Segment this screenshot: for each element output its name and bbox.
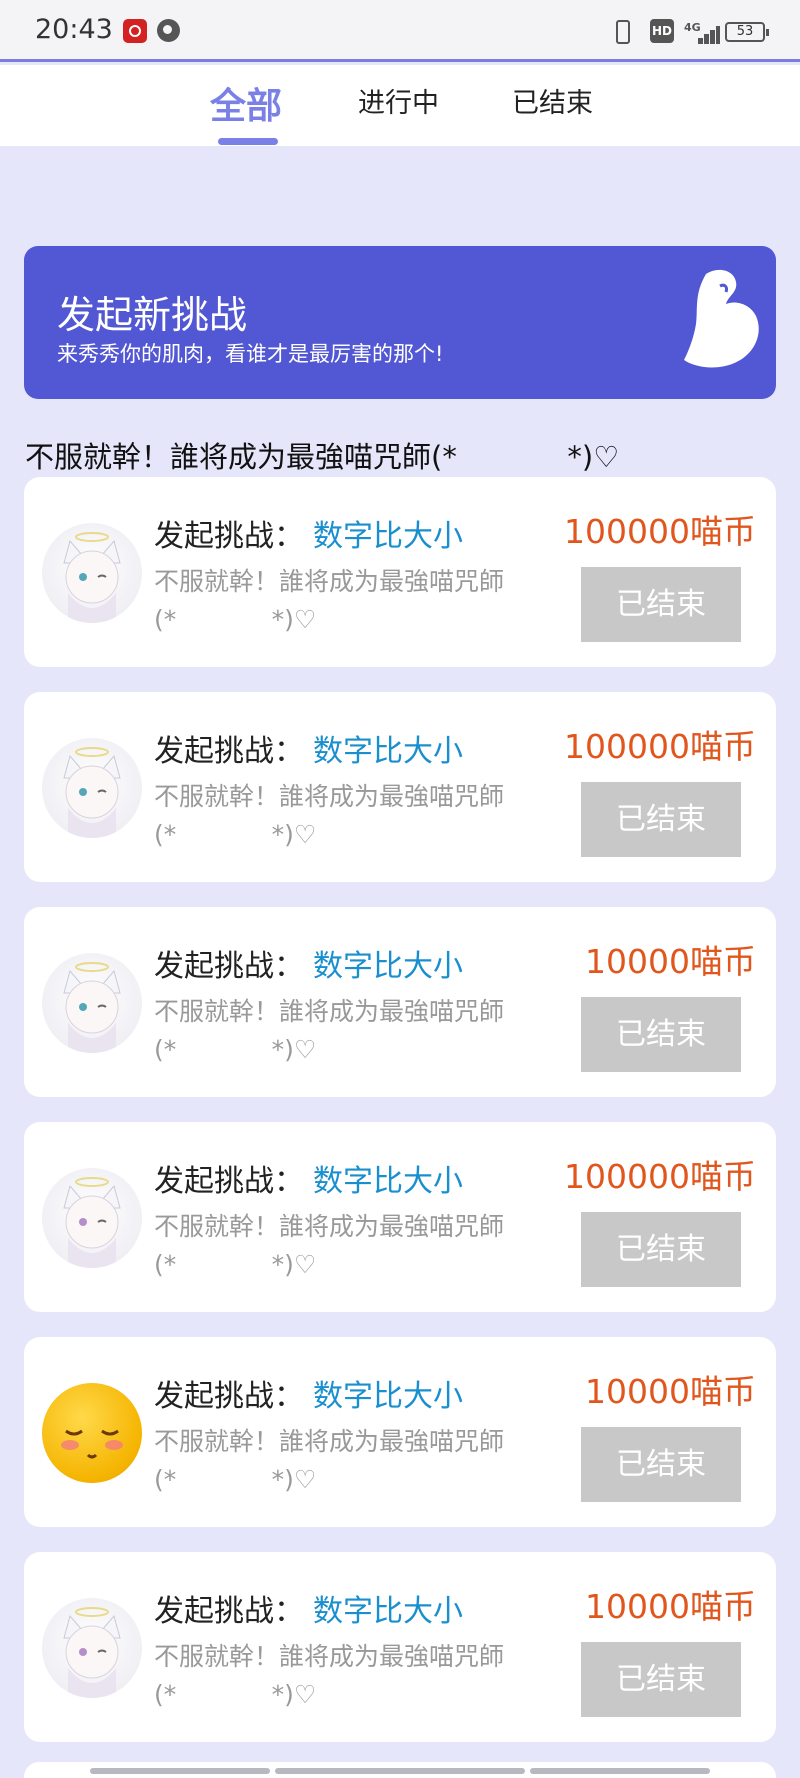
challenge-type: 数字比大小 <box>313 1594 463 1629</box>
challenge-type: 数字比大小 <box>313 949 463 984</box>
anime-cat-girl-avatar <box>42 738 142 838</box>
new-challenge-banner[interactable]: 发起新挑战 来秀秀你的肌肉，看谁才是最厉害的那个! <box>24 246 776 399</box>
challenge-label: 发起挑战： <box>154 1594 304 1629</box>
challenge-description: 不服就幹！誰将成为最強喵咒師 (* *)♡ <box>154 1212 505 1279</box>
anime-cat-girl-avatar <box>42 523 142 623</box>
tab-bar: 全部 进行中 已结束 <box>0 65 800 146</box>
section-title: 不服就幹！誰将成为最強喵咒師(* *)♡ <box>25 440 620 474</box>
challenge-type: 数字比大小 <box>313 734 463 769</box>
challenge-description: 不服就幹！誰将成为最強喵咒師 (* *)♡ <box>154 782 505 849</box>
challenge-card[interactable]: 发起挑战： 数字比大小 不服就幹！誰将成为最強喵咒師 (* *)♡ 10000喵… <box>24 1552 776 1742</box>
challenge-ended-button[interactable]: 已结束 <box>581 1642 741 1717</box>
status-bar: 20:43 HD 4G 53 <box>0 0 800 62</box>
banner-subtitle: 来秀秀你的肌肉，看谁才是最厉害的那个! <box>57 342 444 366</box>
blushing-emoji-avatar <box>42 1383 142 1483</box>
anime-cat-girl-avatar <box>42 953 142 1053</box>
scroll-indicator <box>275 1768 525 1774</box>
challenge-card[interactable]: 发起挑战： 数字比大小 不服就幹！誰将成为最強喵咒師 (* *)♡ 100000… <box>24 477 776 667</box>
challenge-card[interactable]: 发起挑战： 数字比大小 不服就幹！誰将成为最強喵咒師 (* *)♡ 10000喵… <box>24 1337 776 1527</box>
challenge-description: 不服就幹！誰将成为最強喵咒師 (* *)♡ <box>154 997 505 1064</box>
battery-icon: 53 <box>725 22 769 42</box>
challenge-reward: 10000喵币 <box>585 1372 756 1411</box>
challenge-reward: 10000喵币 <box>585 1587 756 1626</box>
challenge-reward: 100000喵币 <box>564 512 756 551</box>
challenge-type: 数字比大小 <box>313 1379 463 1414</box>
challenge-ended-button[interactable]: 已结束 <box>581 1427 741 1502</box>
challenge-ended-button[interactable]: 已结束 <box>581 1212 741 1287</box>
challenge-description: 不服就幹！誰将成为最強喵咒師 (* *)♡ <box>154 1427 505 1494</box>
challenge-card[interactable]: 发起挑战： 数字比大小 不服就幹！誰将成为最強喵咒師 (* *)♡ 10000喵… <box>24 907 776 1097</box>
scroll-indicator <box>530 1768 710 1774</box>
challenge-description: 不服就幹！誰将成为最強喵咒師 (* *)♡ <box>154 1642 505 1709</box>
signal-icon: 4G <box>684 18 720 44</box>
anime-cat-girl-avatar <box>42 1168 142 1268</box>
banner-title: 发起新挑战 <box>57 293 248 337</box>
challenge-card[interactable]: 发起挑战： 数字比大小 不服就幹！誰将成为最強喵咒師 (* *)♡ 100000… <box>24 692 776 882</box>
challenge-card[interactable]: 发起挑战： 数字比大小 不服就幹！誰将成为最強喵咒師 (* *)♡ 100000… <box>24 1122 776 1312</box>
challenge-ended-button[interactable]: 已结束 <box>581 997 741 1072</box>
netease-music-icon <box>123 19 147 43</box>
tab-all[interactable]: 全部 <box>210 77 282 129</box>
challenge-description: 不服就幹！誰将成为最強喵咒師 (* *)♡ <box>154 567 505 634</box>
anime-cat-girl-avatar <box>42 1598 142 1698</box>
challenge-reward: 100000喵币 <box>564 727 756 766</box>
challenge-label: 发起挑战： <box>154 519 304 554</box>
hd-icon: HD <box>650 19 674 43</box>
challenge-label: 发起挑战： <box>154 1379 304 1414</box>
challenge-type: 数字比大小 <box>313 519 463 554</box>
active-tab-indicator <box>218 138 278 145</box>
tab-in-progress[interactable]: 进行中 <box>358 81 439 120</box>
tab-ended[interactable]: 已结束 <box>512 81 593 120</box>
challenge-reward: 100000喵币 <box>564 1157 756 1196</box>
challenge-label: 发起挑战： <box>154 949 304 984</box>
browser-icon <box>157 19 180 42</box>
scroll-indicator <box>90 1768 270 1774</box>
network-type-label: 4G <box>684 21 701 34</box>
challenge-label: 发起挑战： <box>154 1164 304 1199</box>
flexed-bicep-icon <box>684 269 759 368</box>
challenge-ended-button[interactable]: 已结束 <box>581 782 741 857</box>
vibrate-icon <box>616 20 630 44</box>
challenge-label: 发起挑战： <box>154 734 304 769</box>
challenge-ended-button[interactable]: 已结束 <box>581 567 741 642</box>
challenge-type: 数字比大小 <box>313 1164 463 1199</box>
status-time: 20:43 <box>35 14 113 45</box>
challenge-reward: 10000喵币 <box>585 942 756 981</box>
